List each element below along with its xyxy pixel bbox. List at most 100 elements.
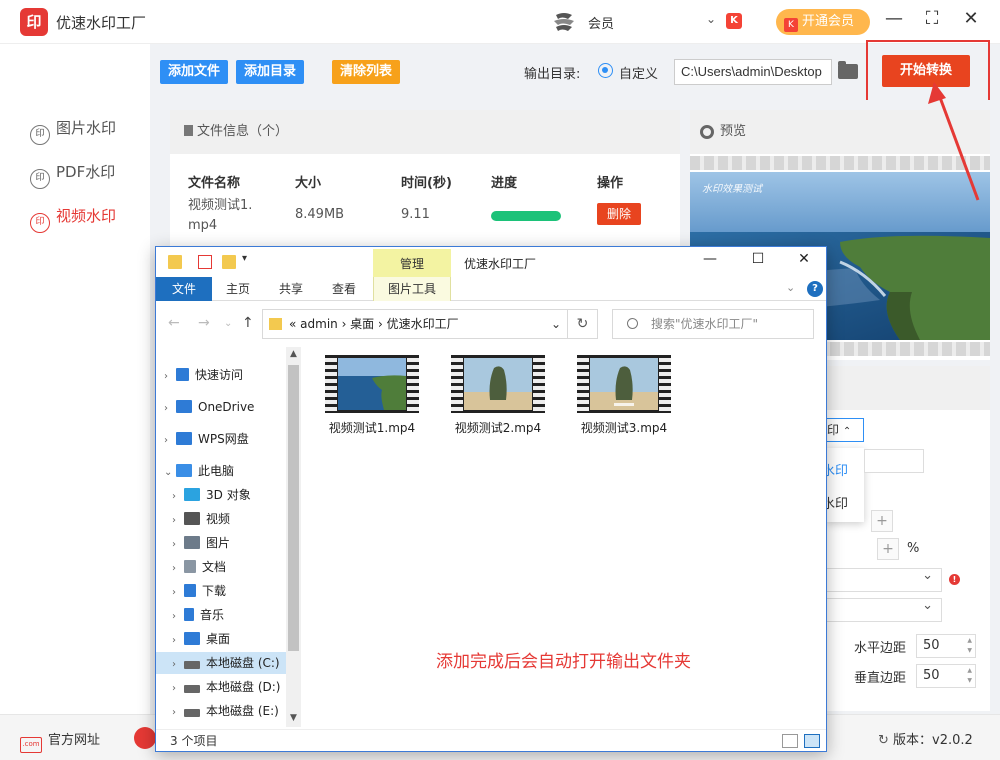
tree-item-quick-access[interactable]: › 快速访问: [164, 364, 243, 386]
tree-item-drive-d[interactable]: › 本地磁盘 (D:): [172, 676, 280, 698]
delete-button[interactable]: 删除: [597, 203, 641, 225]
chevron-right-icon[interactable]: ›: [164, 398, 176, 420]
chevron-right-icon[interactable]: ›: [164, 366, 176, 388]
tab-home[interactable]: 主页: [218, 277, 258, 301]
member-label[interactable]: 会员: [588, 13, 614, 32]
sidebar-item-label: 视频水印: [56, 207, 117, 225]
chevron-right-icon[interactable]: ›: [172, 582, 184, 604]
watermark-type-dropdown[interactable]: 印 ⌃: [826, 418, 864, 442]
minimize-icon[interactable]: —: [880, 8, 908, 29]
chevron-down-icon[interactable]: ⌄: [706, 12, 716, 26]
chevron-down-icon[interactable]: ⌄: [551, 310, 561, 338]
properties-icon[interactable]: [198, 255, 212, 269]
chevron-right-icon[interactable]: ›: [164, 430, 176, 452]
red-arrow-annotation: [928, 82, 980, 201]
recent-chevron-icon[interactable]: ⌄: [224, 318, 232, 329]
chevron-right-icon[interactable]: ›: [172, 534, 184, 556]
tab-picture-tools[interactable]: 图片工具: [373, 277, 451, 301]
text-input[interactable]: [864, 449, 924, 473]
close-icon[interactable]: ✕: [784, 251, 824, 267]
customize-quick-access-icon[interactable]: ▾: [242, 253, 247, 264]
scroll-up-icon[interactable]: ▲: [286, 349, 301, 359]
folder-icon[interactable]: [168, 255, 182, 269]
file-name-cell: 视频测试1. mp4: [188, 198, 253, 233]
video-thumbnail-icon: [325, 355, 419, 413]
file-item[interactable]: 视频测试1.mp4: [312, 355, 432, 436]
explorer-title-bar: ▾ 管理 优速水印工厂 — ☐ ✕: [156, 247, 826, 277]
file-item[interactable]: 视频测试2.mp4: [438, 355, 558, 436]
custom-radio[interactable]: [598, 63, 613, 78]
tree-item-3d[interactable]: › 3D 对象: [172, 484, 251, 506]
position-select[interactable]: [826, 568, 942, 592]
mascot-icon[interactable]: [134, 727, 156, 749]
v-margin-input[interactable]: 50: [916, 664, 976, 688]
tree-item-drive-e[interactable]: › 本地磁盘 (E:): [172, 700, 279, 722]
file-item[interactable]: 视频测试3.mp4: [564, 355, 684, 436]
tree-item-onedrive[interactable]: › OneDrive: [164, 396, 254, 418]
chevron-down-icon[interactable]: ⌄: [164, 462, 176, 484]
help-icon[interactable]: ?: [807, 281, 823, 297]
tree-item-documents[interactable]: › 文档: [172, 556, 226, 578]
chevron-right-icon[interactable]: ›: [172, 678, 184, 700]
chevron-right-icon[interactable]: ›: [172, 702, 184, 724]
clear-list-button[interactable]: 清除列表: [332, 60, 401, 84]
close-icon[interactable]: ✕: [957, 8, 985, 29]
preview-title: 预览: [720, 124, 747, 139]
tree-item-videos[interactable]: › 视频: [172, 508, 230, 530]
maximize-icon[interactable]: ⛶: [918, 8, 946, 29]
back-arrow-icon[interactable]: ←: [168, 315, 180, 331]
open-vip-button[interactable]: K 开通会员: [776, 9, 870, 35]
forward-arrow-icon[interactable]: →: [198, 315, 210, 331]
official-site-link[interactable]: .com 官方网址: [20, 729, 100, 753]
sidebar-item-pdf-watermark[interactable]: 印 PDF水印: [30, 160, 115, 189]
details-view-icon[interactable]: [782, 734, 798, 748]
tab-share[interactable]: 共享: [271, 277, 311, 301]
sidebar-item-image-watermark[interactable]: 印图片水印: [30, 116, 116, 145]
scrollbar-thumb[interactable]: [288, 365, 299, 651]
chevron-right-icon[interactable]: ›: [172, 558, 184, 580]
manage-tab[interactable]: 管理: [373, 249, 451, 277]
tree-item-downloads[interactable]: › 下载: [172, 580, 226, 602]
tab-file[interactable]: 文件: [156, 277, 212, 301]
version-label: ↻ 版本：v2.0.2: [878, 729, 973, 748]
tree-item-drive-c[interactable]: › 本地磁盘 (C:): [156, 652, 286, 674]
tree-item-pictures[interactable]: › 图片: [172, 532, 230, 554]
tree-item-music[interactable]: › 音乐: [172, 604, 224, 626]
custom-radio-label[interactable]: 自定义: [619, 63, 658, 82]
tab-view[interactable]: 查看: [324, 277, 364, 301]
add-folder-button[interactable]: 添加目录: [236, 60, 305, 84]
tree-item-label: 本地磁盘 (C:): [206, 656, 280, 670]
h-margin-input[interactable]: 50: [916, 634, 976, 658]
instruction-note: 添加完成后会自动打开输出文件夹: [436, 652, 691, 672]
scroll-down-icon[interactable]: ▼: [286, 713, 301, 723]
tree-item-desktop[interactable]: › 桌面: [172, 628, 230, 650]
search-input[interactable]: 搜索"优速水印工厂": [612, 309, 814, 339]
chevron-right-icon[interactable]: ›: [172, 630, 184, 652]
column-header-progress: 进度: [491, 176, 518, 191]
chevron-right-icon[interactable]: ›: [172, 654, 184, 676]
member-avatar-icon[interactable]: [550, 11, 578, 33]
tree-item-wps[interactable]: › WPS网盘: [164, 428, 249, 450]
increment-button[interactable]: +: [877, 538, 899, 560]
increment-button[interactable]: +: [871, 510, 893, 532]
download-arrow-icon: [184, 584, 196, 597]
chevron-right-icon[interactable]: ›: [172, 486, 184, 508]
tree-item-this-pc[interactable]: ⌄ 此电脑: [164, 460, 234, 482]
refresh-icon[interactable]: ↻: [568, 309, 598, 339]
chevron-right-icon[interactable]: ›: [172, 606, 184, 628]
style-select[interactable]: [826, 598, 942, 622]
output-path-input[interactable]: C:\Users\admin\Desktop: [674, 59, 832, 85]
website-icon: .com: [20, 737, 42, 753]
add-file-button[interactable]: 添加文件: [160, 60, 229, 84]
maximize-icon[interactable]: ☐: [738, 251, 778, 267]
folder-icon[interactable]: [838, 61, 858, 79]
sidebar-item-video-watermark[interactable]: 印视频水印: [30, 204, 117, 233]
address-bar[interactable]: « admin › 桌面 › 优速水印工厂 ⌄: [262, 309, 568, 339]
new-folder-icon[interactable]: [222, 255, 236, 269]
chevron-right-icon[interactable]: ›: [172, 510, 184, 532]
minimize-icon[interactable]: —: [690, 251, 730, 267]
chevron-down-icon[interactable]: ⌄: [786, 281, 795, 294]
large-icons-view-icon[interactable]: [804, 734, 820, 748]
up-arrow-icon[interactable]: ↑: [242, 315, 254, 331]
tree-scrollbar[interactable]: ▲ ▼: [286, 347, 301, 727]
